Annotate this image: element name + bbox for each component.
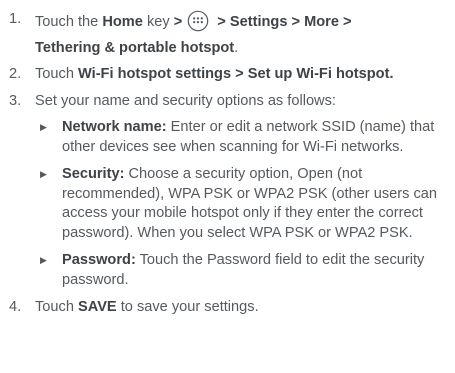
step-4: 4. Touch SAVE to save your settings. bbox=[9, 298, 449, 318]
step-4-text: Touch SAVE to save your settings. bbox=[35, 298, 449, 318]
list-item-security: ▶ Security: Choose a security option, Op… bbox=[35, 165, 449, 243]
step-4-pre: Touch bbox=[35, 299, 78, 315]
step-1-pre: Touch the bbox=[35, 14, 103, 30]
path-settings-more: Settings > More > bbox=[229, 14, 352, 30]
triangle-bullet-icon: ▶ bbox=[40, 169, 47, 179]
step-4-post: to save your settings. bbox=[116, 299, 259, 315]
step-number: 3. bbox=[9, 92, 22, 109]
step-1: 1. Touch the Home key > > Settings > Mor… bbox=[9, 10, 449, 58]
password-label: Password: bbox=[62, 252, 136, 268]
save-label: SAVE bbox=[78, 299, 117, 315]
arrow-1: > bbox=[173, 14, 183, 30]
step-1-text: Touch the Home key > > Settings > More >… bbox=[35, 10, 449, 58]
step-number: 2. bbox=[9, 66, 22, 82]
home-key-label: Home bbox=[102, 14, 143, 30]
instructions-document: 1. Touch the Home key > > Settings > Mor… bbox=[0, 0, 455, 373]
list-item-password: ▶ Password: Touch the Password field to … bbox=[35, 251, 449, 290]
step-2-pre: Touch bbox=[35, 66, 78, 82]
network-name-label: Network name: bbox=[62, 119, 167, 135]
step-number: 1. bbox=[9, 11, 22, 27]
arrow-2: > bbox=[213, 14, 230, 30]
triangle-bullet-icon: ▶ bbox=[40, 122, 47, 132]
step-2: 2. Touch Wi-Fi hotspot settings > Set up… bbox=[9, 65, 449, 85]
options-list: ▶ Network name: Enter or edit a network … bbox=[35, 118, 449, 290]
triangle-bullet-icon: ▶ bbox=[40, 255, 47, 265]
apps-grid-icon bbox=[187, 10, 209, 39]
path-tethering: Tethering & portable hotspot bbox=[35, 39, 235, 56]
step-3-text: Set your name and security options as fo… bbox=[35, 92, 336, 109]
list-item-network-name: ▶ Network name: Enter or edit a network … bbox=[35, 118, 449, 157]
wifi-hotspot-path: Wi-Fi hotspot settings > Set up Wi-Fi ho… bbox=[78, 66, 394, 82]
step-2-text: Touch Wi-Fi hotspot settings > Set up Wi… bbox=[35, 65, 449, 85]
step-3: 3. Set your name and security options as… bbox=[9, 92, 449, 112]
security-label: Security: bbox=[62, 166, 125, 182]
step-1-key-text: key bbox=[142, 14, 174, 30]
step-1-end: . bbox=[234, 39, 239, 56]
step-number: 4. bbox=[9, 299, 22, 315]
